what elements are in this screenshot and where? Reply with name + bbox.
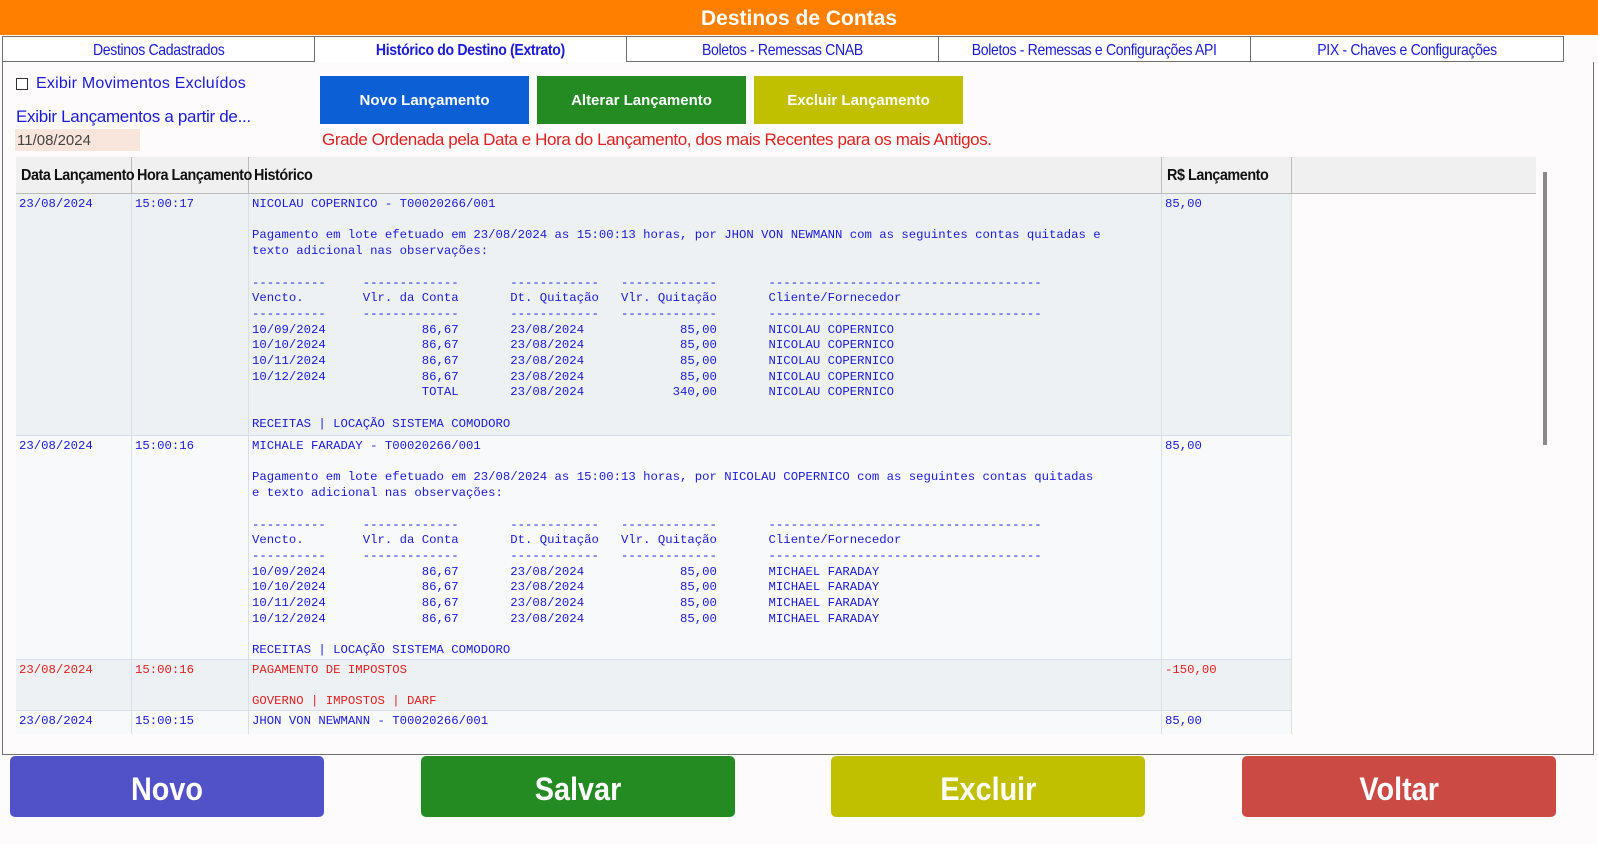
table-row[interactable]: 23/08/2024 15:00:16 PAGAMENTO DE IMPOSTO… <box>16 660 1292 711</box>
table-row[interactable]: 23/08/2024 15:00:16 MICHALE FARADAY - T0… <box>16 436 1292 660</box>
cell-amount: -150,00 <box>1162 660 1292 710</box>
cell-date: 23/08/2024 <box>16 711 132 734</box>
show-deleted-label: Exibir Movimentos Excluídos <box>36 75 246 92</box>
cell-amount: 85,00 <box>1162 711 1292 734</box>
tab-bar: Destinos Cadastrados Histórico do Destin… <box>2 36 1596 63</box>
column-header-history[interactable]: Histórico <box>249 157 1162 193</box>
novo-button-label: Novo <box>131 771 203 807</box>
cell-time: 15:00:17 <box>132 194 249 435</box>
voltar-button-label: Voltar <box>1359 771 1439 807</box>
tab-boletos-remessas-cnab[interactable]: Boletos - Remessas CNAB <box>626 36 939 62</box>
excluir-button-label: Excluir <box>939 771 1037 807</box>
novo-button[interactable]: Novo <box>10 756 324 817</box>
tab-label: PIX - Chaves e Configurações <box>1317 42 1497 59</box>
cell-history: NICOLAU COPERNICO - T00020266/001 Pagame… <box>249 194 1162 435</box>
new-entry-button[interactable]: Novo Lançamento <box>320 76 529 124</box>
show-deleted-checkbox[interactable] <box>16 78 28 90</box>
cell-amount: 85,00 <box>1162 194 1292 435</box>
delete-entry-button[interactable]: Excluir Lançamento <box>754 76 963 124</box>
grid-scrollbar[interactable] <box>1543 172 1547 445</box>
tab-historico-destino[interactable]: Histórico do Destino (Extrato) <box>314 36 627 63</box>
tab-label: Boletos - Remessas e Configurações API <box>972 42 1217 59</box>
tab-label: Destinos Cadastrados <box>92 42 225 59</box>
table-row[interactable]: 23/08/2024 15:00:15 JHON VON NEWMANN - T… <box>16 711 1292 734</box>
cell-history: PAGAMENTO DE IMPOSTOS GOVERNO | IMPOSTOS… <box>249 660 1162 710</box>
cell-time: 15:00:16 <box>132 660 249 710</box>
cell-time: 15:00:15 <box>132 711 249 734</box>
cell-date: 23/08/2024 <box>16 660 132 710</box>
cell-date: 23/08/2024 <box>16 436 132 659</box>
tab-destinos-cadastrados[interactable]: Destinos Cadastrados <box>2 36 315 62</box>
cell-history: JHON VON NEWMANN - T00020266/001 <box>249 711 1162 734</box>
cell-history: MICHALE FARADAY - T00020266/001 Pagament… <box>249 436 1162 659</box>
entries-grid[interactable]: Data Lançamento Hora Lançamento Históric… <box>16 157 1536 734</box>
cell-date: 23/08/2024 <box>16 194 132 435</box>
grid-sort-note: Grade Ordenada pela Data e Hora do Lança… <box>322 130 992 149</box>
tab-label: Boletos - Remessas CNAB <box>702 42 863 59</box>
column-header-date[interactable]: Data Lançamento <box>16 157 135 193</box>
salvar-button[interactable]: Salvar <box>421 756 735 817</box>
salvar-button-label: Salvar <box>534 771 622 807</box>
show-deleted-toggle[interactable]: Exibir Movimentos Excluídos <box>16 75 246 93</box>
date-filter-caption: Exibir Lançamentos a partir de... <box>16 107 251 126</box>
column-header-amount[interactable]: R$ Lançamento <box>1162 157 1292 193</box>
tab-pix-chaves[interactable]: PIX - Chaves e Configurações <box>1250 36 1564 62</box>
excluir-button[interactable]: Excluir <box>831 756 1145 817</box>
cell-amount: 85,00 <box>1162 436 1292 659</box>
grid-header: Data Lançamento Hora Lançamento Históric… <box>16 157 1536 194</box>
column-header-time[interactable]: Hora Lançamento <box>132 157 252 193</box>
tab-boletos-remessas-api[interactable]: Boletos - Remessas e Configurações API <box>938 36 1251 62</box>
cell-time: 15:00:16 <box>132 436 249 659</box>
window-title: Destinos de Contas <box>0 0 1598 35</box>
edit-entry-button[interactable]: Alterar Lançamento <box>537 76 746 124</box>
voltar-button[interactable]: Voltar <box>1242 756 1556 817</box>
tab-label: Histórico do Destino (Extrato) <box>376 42 565 59</box>
date-filter-input[interactable] <box>15 129 140 151</box>
table-row[interactable]: 23/08/2024 15:00:17 NICOLAU COPERNICO - … <box>16 194 1292 436</box>
